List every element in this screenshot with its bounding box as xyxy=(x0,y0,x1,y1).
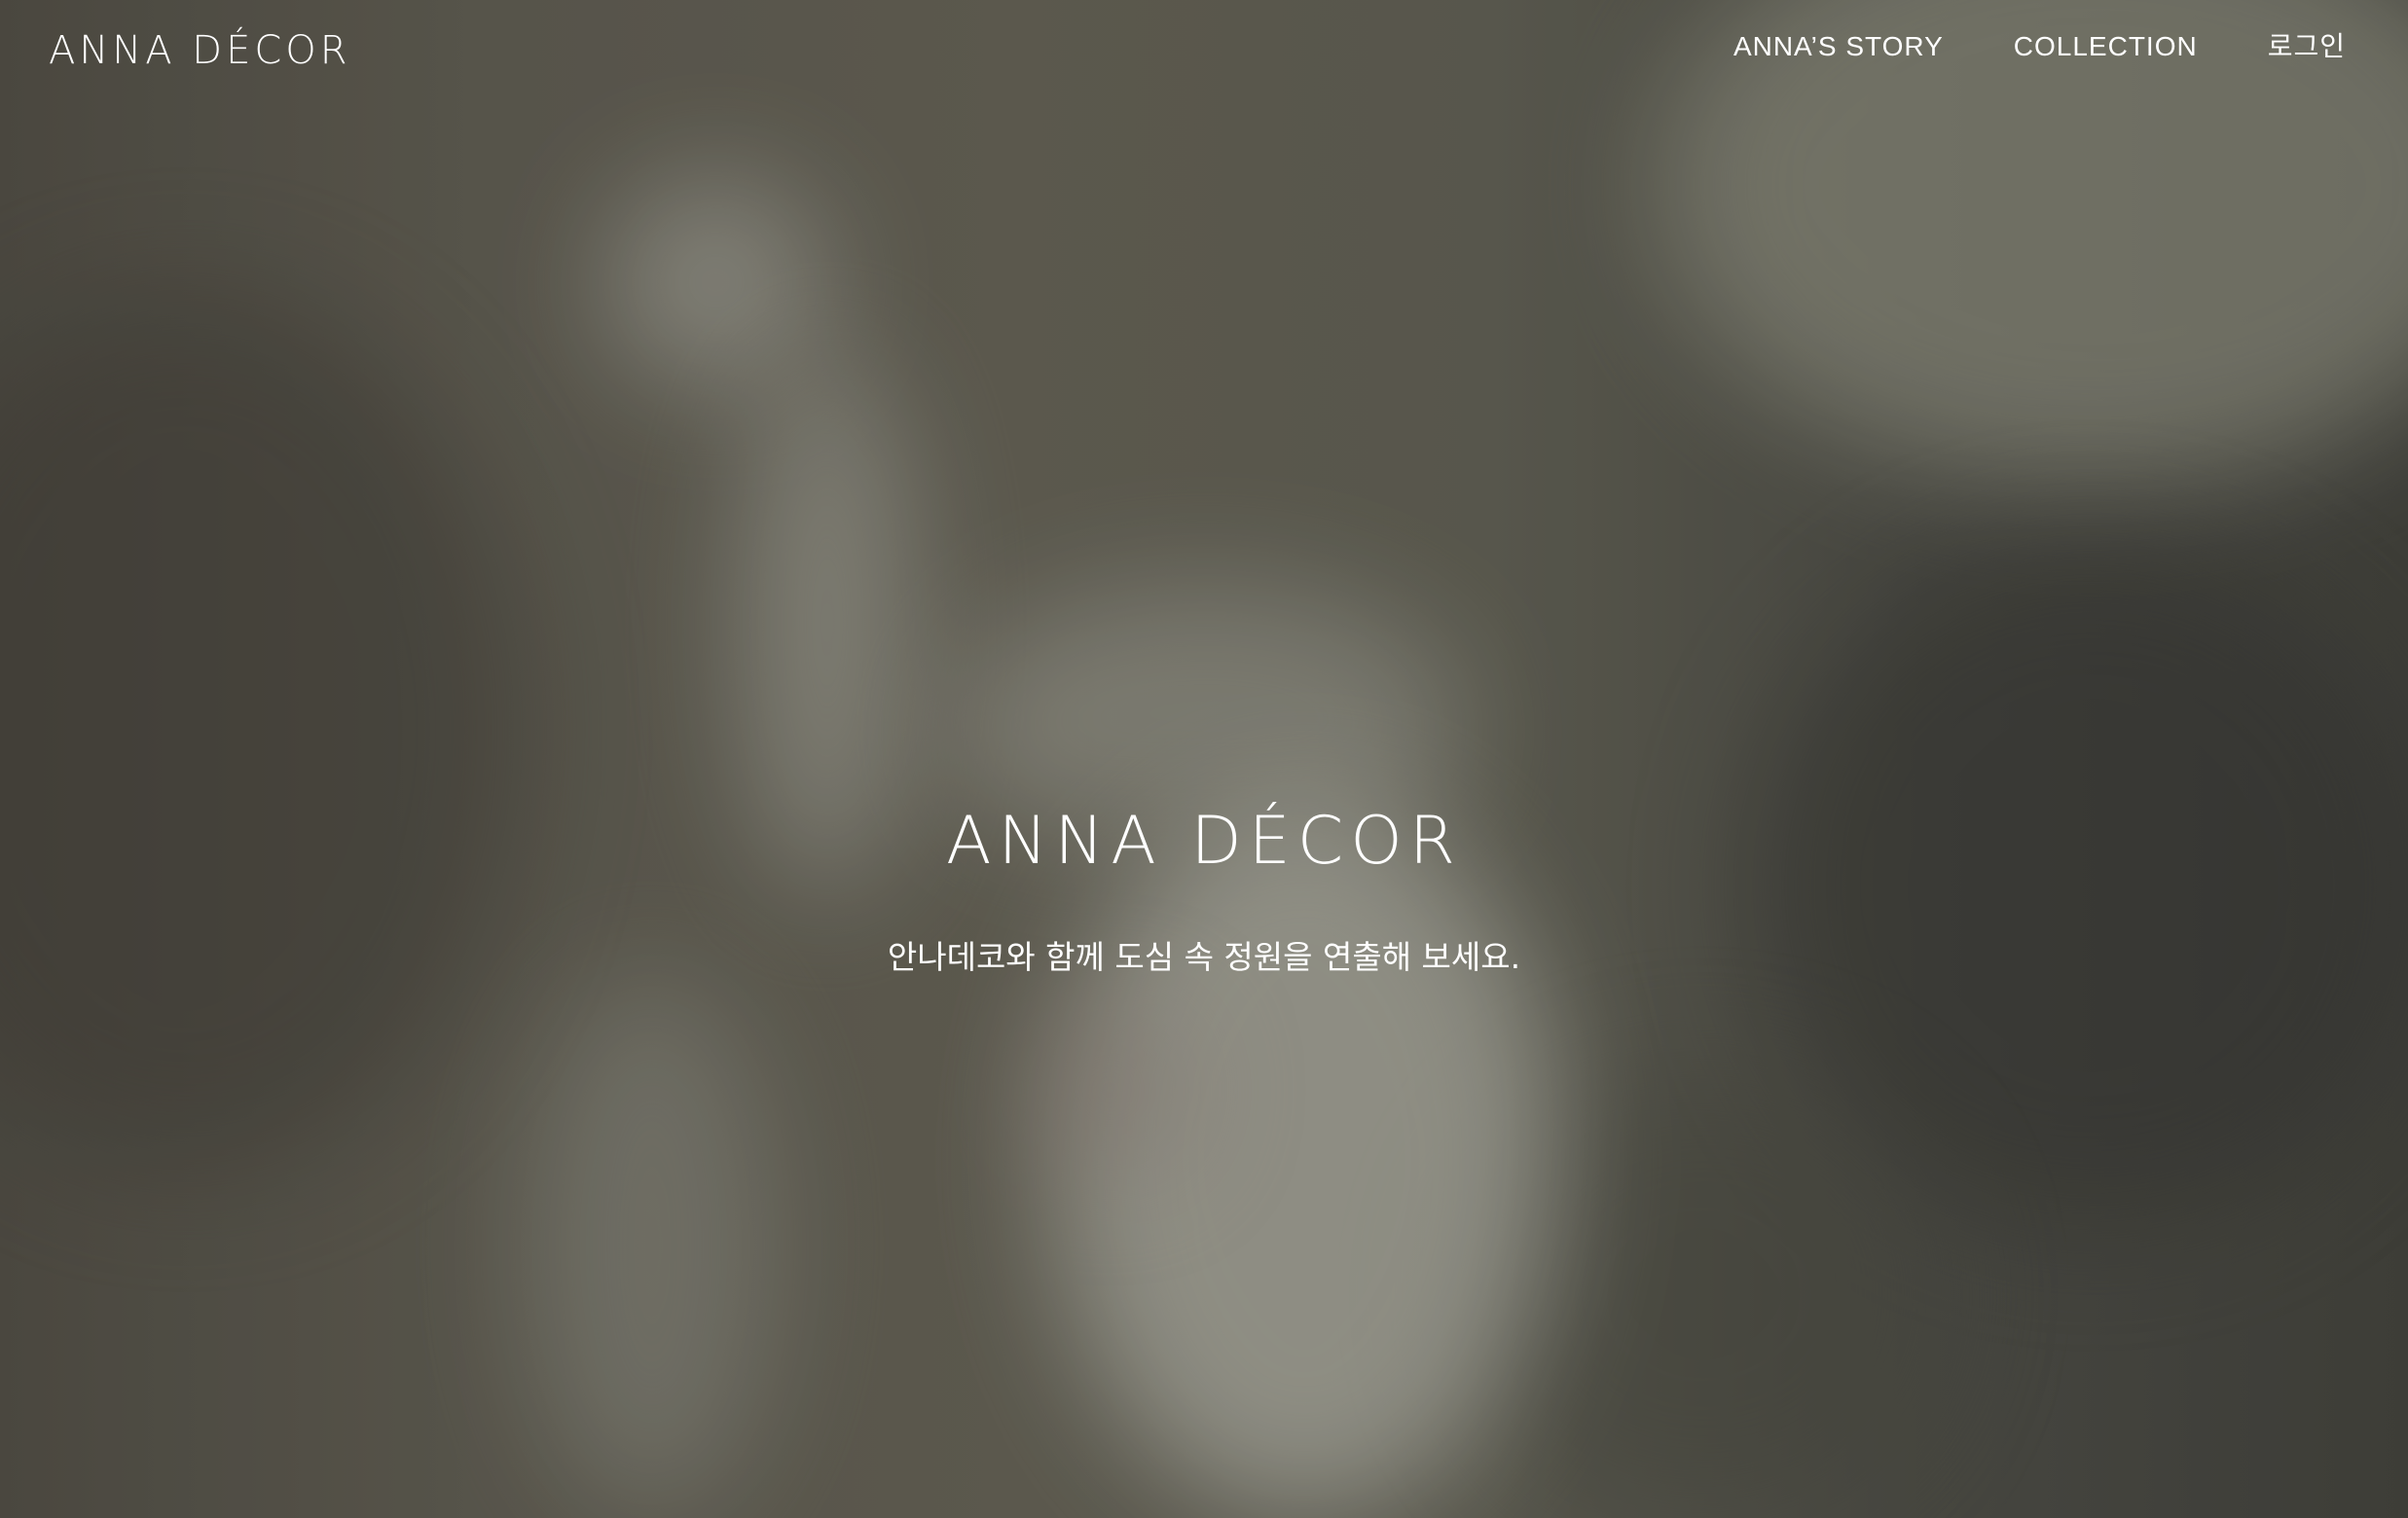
nav-link-login[interactable]: 로그인 xyxy=(2268,25,2346,68)
hero-tagline: 안나데코와 함께 도심 속 정원을 연출해 보세요. xyxy=(887,938,1521,976)
landing-page: ANNA DÉCOR ANNA’S STORY COLLECTION 로그인 A… xyxy=(0,0,2408,1518)
main-nav: ANNA’S STORY COLLECTION 로그인 xyxy=(1733,25,2346,68)
hero-title: ANNA DÉCOR xyxy=(946,803,1462,880)
hero-content: ANNA DÉCOR 안나데코와 함께 도심 속 정원을 연출해 보세요. xyxy=(0,798,2408,981)
hero-background-image xyxy=(0,0,2408,1518)
nav-link-collection[interactable]: COLLECTION xyxy=(2014,25,2198,68)
brand-logo[interactable]: ANNA DÉCOR xyxy=(49,23,351,78)
nav-link-annas-story[interactable]: ANNA’S STORY xyxy=(1733,25,1944,68)
site-header: ANNA DÉCOR ANNA’S STORY COLLECTION 로그인 xyxy=(0,0,2408,97)
